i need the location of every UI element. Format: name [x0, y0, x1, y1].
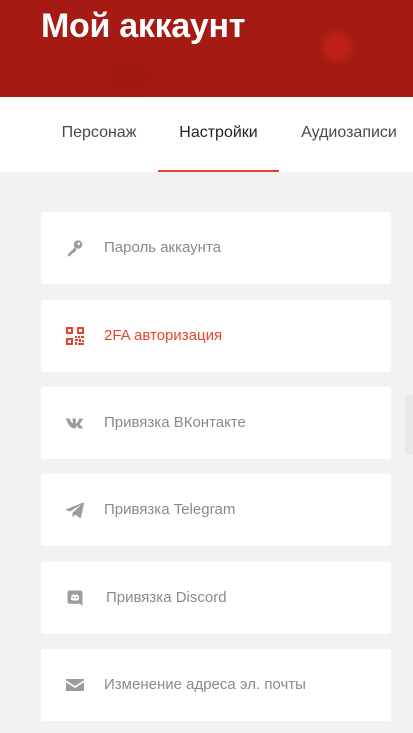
envelope-icon: [66, 679, 84, 691]
tab-personazh[interactable]: Персонаж: [40, 97, 158, 172]
header-decoration: [322, 32, 352, 62]
tab-bar: Персонаж Настройки Аудиозаписи: [0, 97, 413, 172]
link-discord-item[interactable]: Привязка Discord: [41, 562, 391, 634]
tab-label: Аудиозаписи: [301, 124, 397, 141]
account-password-item[interactable]: Пароль аккаунта: [41, 212, 391, 284]
two-factor-auth-item[interactable]: 2FA авторизация: [41, 300, 391, 372]
tab-label: Настройки: [179, 124, 258, 141]
link-vk-item[interactable]: Привязка ВКонтакте: [41, 387, 391, 459]
item-label: Пароль аккаунта: [104, 239, 222, 256]
tab-nastroyki[interactable]: Настройки: [158, 97, 279, 172]
active-tab-indicator: [158, 170, 279, 172]
header-decoration: [110, 60, 150, 90]
item-label: 2FA авторизация: [104, 327, 223, 344]
key-icon: [68, 240, 83, 257]
item-label: Изменение адреса эл. почты: [104, 676, 306, 693]
qr-code-icon: [66, 327, 84, 345]
page-title: Мой аккаунт: [41, 7, 246, 45]
tab-audiozapisi[interactable]: Аудиозаписи: [279, 97, 413, 172]
tab-label: Персонаж: [61, 124, 137, 141]
change-email-item[interactable]: Изменение адреса эл. почты: [41, 649, 391, 721]
telegram-icon: [65, 502, 84, 518]
vk-icon: [65, 418, 83, 429]
item-label: Привязка ВКонтакте: [104, 414, 246, 431]
edge-shadow: [405, 395, 413, 455]
discord-icon: [67, 590, 83, 606]
account-header: Мой аккаунт: [0, 0, 413, 97]
item-label: Привязка Discord: [106, 589, 227, 606]
link-telegram-item[interactable]: Привязка Telegram: [41, 474, 391, 546]
item-label: Привязка Telegram: [104, 501, 236, 518]
